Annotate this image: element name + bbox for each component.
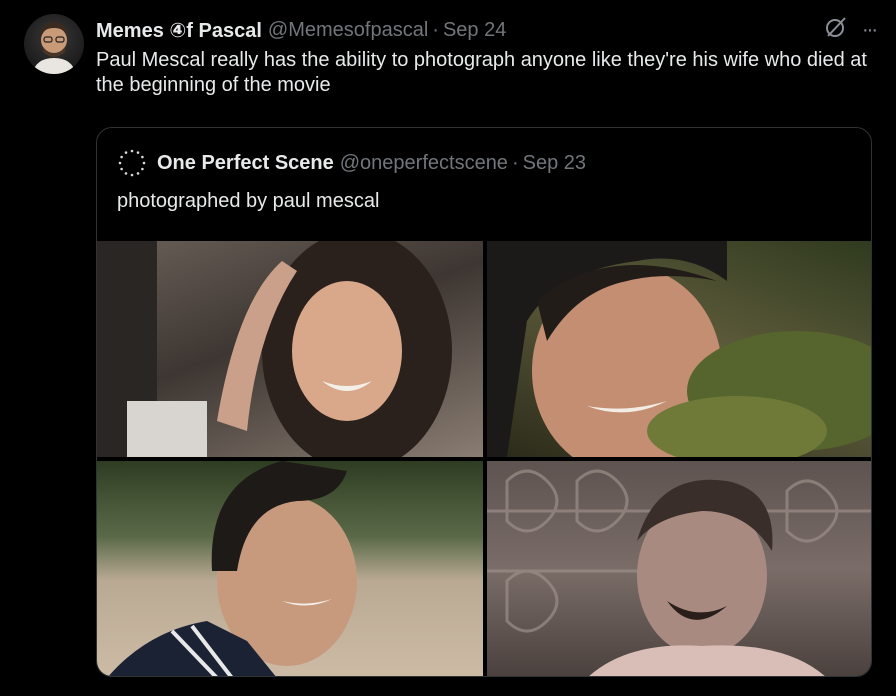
photo-man-behind-branches[interactable] xyxy=(487,241,871,457)
tweet: Memes ④f Pascal @Memesofpascal · Sep 24 … xyxy=(0,0,896,696)
one-perfect-scene-logo-icon[interactable] xyxy=(117,148,147,178)
quoted-tweet-header: One Perfect Scene @oneperfectscene · Sep… xyxy=(117,148,586,178)
quoted-tweet-text: photographed by paul mescal xyxy=(117,190,380,212)
quoted-date[interactable]: Sep 23 xyxy=(523,152,586,175)
tweet-text: Paul Mescal really has the ability to ph… xyxy=(96,49,867,96)
separator: · xyxy=(432,18,439,41)
photo-man-laughing[interactable] xyxy=(487,461,871,676)
photo-woman-smiling[interactable] xyxy=(97,241,483,457)
quoted-separator: · xyxy=(511,151,519,174)
quoted-display-name[interactable]: One Perfect Scene xyxy=(157,152,334,175)
tweet-date[interactable]: Sep 24 xyxy=(443,19,506,42)
photo-grid xyxy=(97,241,871,676)
photo-man-in-field[interactable] xyxy=(97,461,483,676)
handle[interactable]: @Memesofpascal xyxy=(268,19,428,42)
more-icon[interactable]: ··· xyxy=(862,20,878,40)
avatar[interactable] xyxy=(24,14,84,74)
quoted-handle[interactable]: @oneperfectscene xyxy=(340,152,508,175)
grok-icon[interactable] xyxy=(824,15,848,45)
header-actions: ··· xyxy=(824,15,878,45)
display-name[interactable]: Memes ④f Pascal xyxy=(96,18,262,43)
tweet-header: Memes ④f Pascal @Memesofpascal · Sep 24 … xyxy=(96,15,878,45)
quoted-tweet[interactable]: One Perfect Scene @oneperfectscene · Sep… xyxy=(96,127,872,677)
